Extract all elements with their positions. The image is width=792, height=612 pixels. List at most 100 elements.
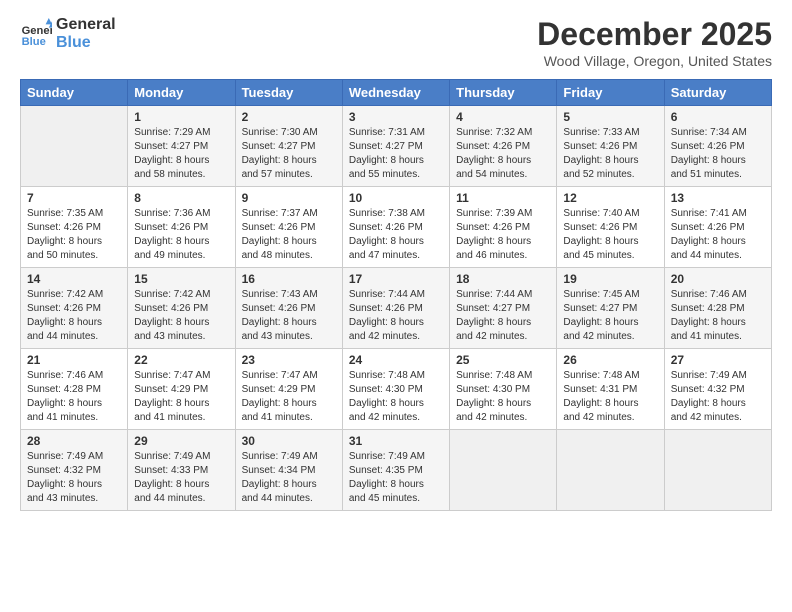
daylight-text: Daylight: 8 hours xyxy=(27,317,102,328)
calendar-cell: 4Sunrise: 7:32 AMSunset: 4:26 PMDaylight… xyxy=(450,106,557,187)
sunrise-text: Sunrise: 7:44 AM xyxy=(349,289,425,300)
sunrise-text: Sunrise: 7:34 AM xyxy=(671,127,747,138)
daylight-text: and 51 minutes. xyxy=(671,169,742,180)
sunrise-text: Sunrise: 7:45 AM xyxy=(563,289,639,300)
daylight-text: Daylight: 8 hours xyxy=(563,398,638,409)
sunrise-text: Sunrise: 7:37 AM xyxy=(242,208,318,219)
calendar-cell: 6Sunrise: 7:34 AMSunset: 4:26 PMDaylight… xyxy=(664,106,771,187)
daylight-text: and 44 minutes. xyxy=(671,250,742,261)
calendar-cell: 17Sunrise: 7:44 AMSunset: 4:26 PMDayligh… xyxy=(342,268,449,349)
sunrise-text: Sunrise: 7:48 AM xyxy=(349,370,425,381)
daylight-text: and 43 minutes. xyxy=(242,331,313,342)
page-container: General Blue General Blue December 2025 … xyxy=(0,0,792,521)
daylight-text: Daylight: 8 hours xyxy=(134,398,209,409)
header-monday: Monday xyxy=(128,80,235,106)
sunrise-text: Sunrise: 7:48 AM xyxy=(563,370,639,381)
calendar-cell: 18Sunrise: 7:44 AMSunset: 4:27 PMDayligh… xyxy=(450,268,557,349)
sunrise-text: Sunrise: 7:48 AM xyxy=(456,370,532,381)
header-saturday: Saturday xyxy=(664,80,771,106)
calendar-table: SundayMondayTuesdayWednesdayThursdayFrid… xyxy=(20,79,772,511)
daylight-text: Daylight: 8 hours xyxy=(563,155,638,166)
sunset-text: Sunset: 4:27 PM xyxy=(563,303,637,314)
daylight-text: Daylight: 8 hours xyxy=(671,236,746,247)
day-number: 1 xyxy=(134,110,228,124)
header-wednesday: Wednesday xyxy=(342,80,449,106)
svg-text:General: General xyxy=(22,25,52,37)
month-title: December 2025 xyxy=(537,16,772,53)
sunrise-text: Sunrise: 7:30 AM xyxy=(242,127,318,138)
day-info: Sunrise: 7:49 AMSunset: 4:35 PMDaylight:… xyxy=(349,450,443,506)
header-sunday: Sunday xyxy=(21,80,128,106)
daylight-text: Daylight: 8 hours xyxy=(242,236,317,247)
day-number: 22 xyxy=(134,353,228,367)
sunset-text: Sunset: 4:26 PM xyxy=(563,222,637,233)
daylight-text: Daylight: 8 hours xyxy=(134,236,209,247)
calendar-cell: 16 Sunrise: 7:43 AMSunset: 4:26 PMDayligh… xyxy=(235,268,342,349)
day-info: Sunrise: 7:46 AMSunset: 4:28 PMDaylight:… xyxy=(27,369,121,425)
sunrise-text: Sunrise: 7:46 AM xyxy=(27,370,103,381)
title-area: December 2025 Wood Village, Oregon, Unit… xyxy=(537,16,772,69)
daylight-text: and 47 minutes. xyxy=(349,250,420,261)
daylight-text: and 41 minutes. xyxy=(27,412,98,423)
day-number: 16 xyxy=(242,272,336,286)
calendar-cell: 24Sunrise: 7:48 AMSunset: 4:30 PMDayligh… xyxy=(342,349,449,430)
calendar-cell: 10Sunrise: 7:38 AMSunset: 4:26 PMDayligh… xyxy=(342,187,449,268)
day-number: 27 xyxy=(671,353,765,367)
daylight-text: and 42 minutes. xyxy=(563,331,634,342)
sunrise-text: Sunrise: 7:49 AM xyxy=(242,451,318,462)
day-number: 12 xyxy=(563,191,657,205)
day-number: 7 xyxy=(27,191,121,205)
daylight-text: Daylight: 8 hours xyxy=(134,155,209,166)
daylight-text: Daylight: 8 hours xyxy=(349,398,424,409)
daylight-text: and 46 minutes. xyxy=(456,250,527,261)
sunset-text: Sunset: 4:27 PM xyxy=(349,141,423,152)
calendar-cell: 28Sunrise: 7:49 AMSunset: 4:32 PMDayligh… xyxy=(21,430,128,511)
calendar-cell: 2Sunrise: 7:30 AMSunset: 4:27 PMDaylight… xyxy=(235,106,342,187)
sunrise-text: Sunrise: 7:46 AM xyxy=(671,289,747,300)
calendar-cell: 25Sunrise: 7:48 AMSunset: 4:30 PMDayligh… xyxy=(450,349,557,430)
calendar-cell: 31Sunrise: 7:49 AMSunset: 4:35 PMDayligh… xyxy=(342,430,449,511)
daylight-text: and 49 minutes. xyxy=(134,250,205,261)
daylight-text: Daylight: 8 hours xyxy=(27,398,102,409)
sunset-text: Sunset: 4:26 PM xyxy=(349,222,423,233)
daylight-text: and 58 minutes. xyxy=(134,169,205,180)
sunset-text: Sunset: 4:26 PM xyxy=(27,303,101,314)
day-number: 10 xyxy=(349,191,443,205)
day-number: 26 xyxy=(563,353,657,367)
calendar-cell: 13Sunrise: 7:41 AMSunset: 4:26 PMDayligh… xyxy=(664,187,771,268)
sunrise-text: Sunrise: 7:42 AM xyxy=(134,289,210,300)
day-number: 13 xyxy=(671,191,765,205)
daylight-text: and 45 minutes. xyxy=(349,493,420,504)
sunset-text: Sunset: 4:26 PM xyxy=(349,303,423,314)
day-number: 9 xyxy=(242,191,336,205)
daylight-text: Daylight: 8 hours xyxy=(27,479,102,490)
day-info: Sunrise: 7:42 AMSunset: 4:26 PMDaylight:… xyxy=(134,288,228,344)
sunset-text: Sunset: 4:28 PM xyxy=(671,303,745,314)
day-number: 28 xyxy=(27,434,121,448)
calendar-week-4: 21Sunrise: 7:46 AMSunset: 4:28 PMDayligh… xyxy=(21,349,772,430)
day-info: Sunrise: 7:31 AMSunset: 4:27 PMDaylight:… xyxy=(349,126,443,182)
calendar-cell xyxy=(21,106,128,187)
daylight-text: and 43 minutes. xyxy=(134,331,205,342)
sunrise-text: Sunrise: 7:35 AM xyxy=(27,208,103,219)
sunset-text: Sunset: 4:27 PM xyxy=(134,141,208,152)
sunset-text: Sunset: 4:32 PM xyxy=(27,465,101,476)
day-number: 18 xyxy=(456,272,550,286)
calendar-cell: 30Sunrise: 7:49 AMSunset: 4:34 PMDayligh… xyxy=(235,430,342,511)
calendar-cell xyxy=(450,430,557,511)
sunset-text: Sunset: 4:27 PM xyxy=(242,141,316,152)
calendar-week-3: 14Sunrise: 7:42 AMSunset: 4:26 PMDayligh… xyxy=(21,268,772,349)
page-header: General Blue General Blue December 2025 … xyxy=(20,16,772,69)
daylight-text: Daylight: 8 hours xyxy=(563,236,638,247)
day-info: Sunrise: 7:43 AMSunset: 4:26 PMDaylight:… xyxy=(242,288,336,344)
daylight-text: and 44 minutes. xyxy=(134,493,205,504)
daylight-text: and 52 minutes. xyxy=(563,169,634,180)
sunset-text: Sunset: 4:26 PM xyxy=(671,222,745,233)
sunset-text: Sunset: 4:34 PM xyxy=(242,465,316,476)
calendar-header-row: SundayMondayTuesdayWednesdayThursdayFrid… xyxy=(21,80,772,106)
daylight-text: and 43 minutes. xyxy=(27,493,98,504)
day-info: Sunrise: 7:39 AMSunset: 4:26 PMDaylight:… xyxy=(456,207,550,263)
day-number: 25 xyxy=(456,353,550,367)
daylight-text: Daylight: 8 hours xyxy=(242,317,317,328)
daylight-text: Daylight: 8 hours xyxy=(349,155,424,166)
